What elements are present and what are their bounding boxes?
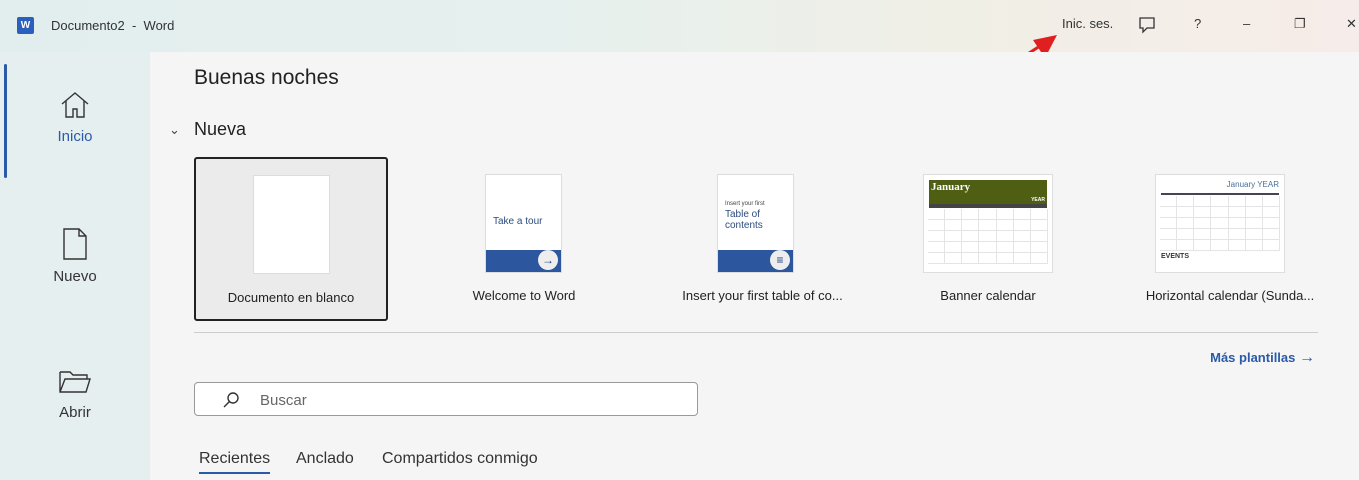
sign-in-button[interactable]: Inic. ses.: [1062, 16, 1113, 31]
feedback-icon[interactable]: [1137, 15, 1157, 38]
template-welcome[interactable]: Take a tour → Welcome to Word: [427, 157, 621, 321]
section-title[interactable]: Nueva: [194, 119, 246, 140]
help-button[interactable]: ?: [1194, 16, 1201, 31]
template-toc[interactable]: Insert your first Table of contents ≡ In…: [660, 157, 865, 321]
table-of-contents-icon: ≡: [770, 250, 790, 270]
tab-anclado[interactable]: Anclado: [296, 450, 354, 468]
new-document-icon: [63, 228, 87, 260]
template-thumbnail: Take a tour →: [485, 174, 562, 273]
restore-button[interactable]: ❐: [1294, 16, 1306, 32]
title-bar: W Documento2 - Word Inic. ses. ? – ❐ ✕: [0, 0, 1359, 52]
tab-compartidos[interactable]: Compartidos conmigo: [382, 450, 538, 468]
tab-recientes[interactable]: Recientes: [199, 450, 271, 474]
folder-icon: [59, 371, 91, 393]
arrow-right-icon: →: [538, 250, 558, 270]
template-banner-calendar[interactable]: January YEAR Banner calendar: [891, 157, 1085, 321]
sidebar-item-nuevo[interactable]: Nuevo: [0, 228, 150, 285]
template-thumbnail: [253, 175, 330, 274]
word-logo-icon: W: [17, 17, 34, 34]
sidebar-item-inicio[interactable]: Inicio: [0, 90, 150, 145]
collapse-chevron-icon[interactable]: ⌄: [169, 122, 180, 138]
main-content: Buenas noches ⌄ Nueva Documento en blanc…: [150, 52, 1359, 480]
template-thumbnail: Insert your first Table of contents ≡: [717, 174, 794, 273]
home-icon: [61, 92, 89, 118]
close-button[interactable]: ✕: [1346, 16, 1357, 32]
template-thumbnail: January YEAR EVENTS: [1155, 174, 1285, 273]
template-thumbnail: January YEAR: [923, 174, 1053, 273]
greeting: Buenas noches: [194, 66, 339, 89]
more-templates-link[interactable]: Más plantillas →: [1210, 349, 1315, 367]
sidebar: Inicio Nuevo Abrir: [0, 52, 150, 480]
search-icon: [223, 392, 239, 408]
search-input[interactable]: Buscar: [194, 382, 698, 416]
template-blank[interactable]: Documento en blanco: [194, 157, 388, 321]
minimize-button[interactable]: –: [1243, 16, 1250, 31]
divider: [194, 332, 1318, 333]
arrow-right-icon: →: [1299, 349, 1315, 366]
sidebar-item-abrir[interactable]: Abrir: [0, 368, 150, 421]
window-title: Documento2 - Word: [51, 18, 175, 33]
template-horizontal-calendar[interactable]: January YEAR EVENTS Horizontal calendar …: [1125, 157, 1335, 321]
